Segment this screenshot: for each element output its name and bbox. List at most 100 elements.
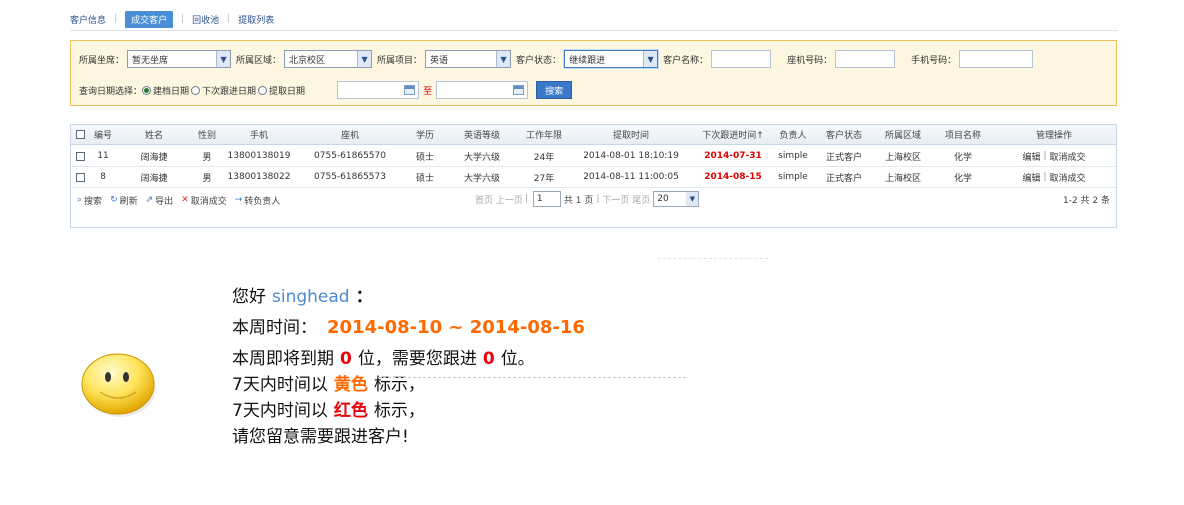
toolbar-export[interactable]: ⇗ 导出	[146, 194, 174, 207]
status-label: 客户状态：	[516, 55, 562, 66]
header-next-follow[interactable]: 下次跟进时间↑	[695, 125, 771, 144]
cell-status: 正式客户	[825, 152, 862, 163]
cell-id: 11	[97, 151, 109, 161]
region-select[interactable]: 北京校区 ▼	[284, 50, 373, 68]
header-region[interactable]: 所属区域	[873, 125, 933, 144]
header-education[interactable]: 学历	[407, 125, 443, 144]
toolbar-refresh[interactable]: ↻ 刷新	[110, 194, 138, 207]
header-mobile[interactable]: 手机	[225, 125, 293, 144]
page-size-value: 20	[657, 194, 669, 204]
pager-next-last[interactable]: 下一页 尾页	[602, 193, 650, 206]
header-owner[interactable]: 负责人	[771, 125, 815, 144]
toolbar-transfer-owner[interactable]: → 转负责人	[235, 194, 281, 207]
cell-actions: 编辑 | 取消成交	[993, 146, 1115, 166]
tab-customer-info[interactable]: 客户信息	[70, 13, 114, 26]
cell-project: 化学	[953, 152, 972, 163]
red-line: 7天内时间以 红色 标示，	[232, 396, 682, 422]
username: singhead	[272, 287, 350, 307]
cell-gender: 男	[202, 152, 212, 163]
table-row[interactable]: 8 阔海捷 男 13800138022 0755-61865573 硕士 大学六…	[71, 167, 1116, 188]
dotted-divider	[378, 377, 686, 378]
cell-owner: simple	[778, 172, 808, 182]
cell-name: 阔海捷	[140, 152, 168, 163]
toolbar-cancel-deal[interactable]: ✕ 取消成交	[181, 194, 227, 207]
header-gender[interactable]: 性别	[189, 125, 225, 144]
table-row[interactable]: 11 阔海捷 男 13800138019 0755-61865570 硕士 大学…	[71, 146, 1116, 167]
grid-header: 编号 姓名 性别 手机 座机 学历 英语等级 工作年限 提取时间 下次跟进时间↑…	[71, 125, 1116, 145]
cell-actions: 编辑 | 取消成交	[993, 167, 1115, 187]
start-date-input[interactable]	[337, 81, 420, 99]
select-all-checkbox[interactable]	[73, 125, 87, 144]
decorative-line	[658, 258, 768, 259]
mobile-input[interactable]	[959, 50, 1034, 68]
radio-dot	[191, 85, 201, 95]
yellow-suffix: 标示，	[373, 375, 425, 395]
pager-first-prev[interactable]: 首页 上一页	[475, 193, 523, 206]
cell-next-follow: 2014-07-31	[704, 151, 762, 161]
cell-gender: 男	[202, 173, 212, 184]
tab-recycle-pool[interactable]: 回收池	[184, 13, 227, 26]
header-id[interactable]: 编号	[87, 125, 119, 144]
row-checkbox[interactable]	[73, 146, 87, 166]
date-choice-label: 查询日期选择：	[79, 86, 143, 97]
header-work-years[interactable]: 工作年限	[521, 125, 567, 144]
header-project[interactable]: 项目名称	[933, 125, 993, 144]
row-checkbox[interactable]	[73, 167, 87, 187]
page-size-select[interactable]: 20 ▼	[653, 191, 700, 207]
date-to-label: 至	[423, 86, 433, 97]
export-icon: ⇗	[145, 195, 154, 205]
cancel-deal-link[interactable]: 取消成交	[1050, 171, 1086, 184]
seat-label: 所属坐席：	[79, 55, 125, 66]
grid-toolbar: ⌕ 搜索 ↻ 刷新 ⇗ 导出 ✕ 取消成交 → 转负责人 首页 上一页 | 1 …	[71, 189, 1116, 211]
header-name[interactable]: 姓名	[119, 125, 189, 144]
checkbox-box	[75, 151, 85, 161]
status-select[interactable]: 继续跟进 ▼	[564, 50, 659, 68]
page-number-input[interactable]: 1	[532, 191, 561, 207]
calendar-icon[interactable]	[404, 85, 416, 95]
final-line: 请您留意需要跟进客户!	[232, 422, 682, 448]
week-range: 2014-08-10 ~ 2014-08-16	[327, 317, 585, 338]
edit-link[interactable]: 编辑	[1022, 171, 1040, 184]
header-phone[interactable]: 座机	[293, 125, 407, 144]
header-extract-time[interactable]: 提取时间	[567, 125, 695, 144]
tab-closed-customers[interactable]: 成交客户	[125, 10, 174, 28]
edit-link[interactable]: 编辑	[1022, 150, 1040, 163]
landline-input[interactable]	[835, 50, 896, 68]
cancel-deal-link[interactable]: 取消成交	[1050, 150, 1086, 163]
red-prefix: 7天内时间以	[232, 401, 328, 421]
radio-next-follow-date[interactable]: 下次跟进日期	[191, 84, 256, 97]
search-icon: ⌕	[77, 195, 83, 205]
expire-prefix: 本周即将到期	[232, 349, 334, 369]
toolbar-refresh-label: 刷新	[119, 196, 138, 207]
cell-education: 硕士	[415, 173, 434, 184]
customer-name-input[interactable]	[711, 50, 772, 68]
close-icon: ✕	[181, 195, 189, 205]
radio-extract-date[interactable]: 提取日期	[258, 84, 305, 97]
calendar-icon[interactable]	[513, 85, 525, 95]
region-label: 所属区域：	[236, 55, 282, 66]
red-word: 红色	[333, 401, 368, 421]
week-line: 本周时间： 2014-08-10 ~ 2014-08-16	[232, 313, 682, 344]
cell-phone: 0755-61865570	[314, 151, 386, 161]
seat-select-value: 暂无坐席	[132, 55, 169, 66]
cell-mobile: 13800138022	[227, 172, 291, 182]
toolbar-cancel-label: 取消成交	[190, 196, 227, 207]
toolbar-export-label: 导出	[155, 196, 174, 207]
radio-create-date[interactable]: 建档日期	[142, 84, 189, 97]
greeting-prefix: 您好	[232, 287, 266, 307]
chevron-down-icon: ▼	[357, 51, 372, 67]
toolbar-search[interactable]: ⌕ 搜索	[77, 194, 102, 207]
end-date-input[interactable]	[436, 81, 529, 99]
cell-extract-time: 2014-08-11 11:00:05	[583, 172, 679, 182]
header-english-level[interactable]: 英语等级	[443, 125, 521, 144]
seat-select[interactable]: 暂无坐席 ▼	[127, 50, 232, 68]
tab-extract-list[interactable]: 提取列表	[230, 13, 282, 26]
yellow-line: 7天内时间以 黄色 标示，	[232, 370, 682, 396]
checkbox-box	[75, 130, 85, 139]
header-status[interactable]: 客户状态	[815, 125, 873, 144]
project-select[interactable]: 英语 ▼	[425, 50, 512, 68]
status-select-value: 继续跟进	[569, 55, 606, 66]
project-select-value: 英语	[430, 55, 449, 66]
reminder-message: 您好 singhead ： 本周时间： 2014-08-10 ~ 2014-08…	[232, 282, 682, 448]
search-button[interactable]: 搜索	[536, 81, 573, 99]
